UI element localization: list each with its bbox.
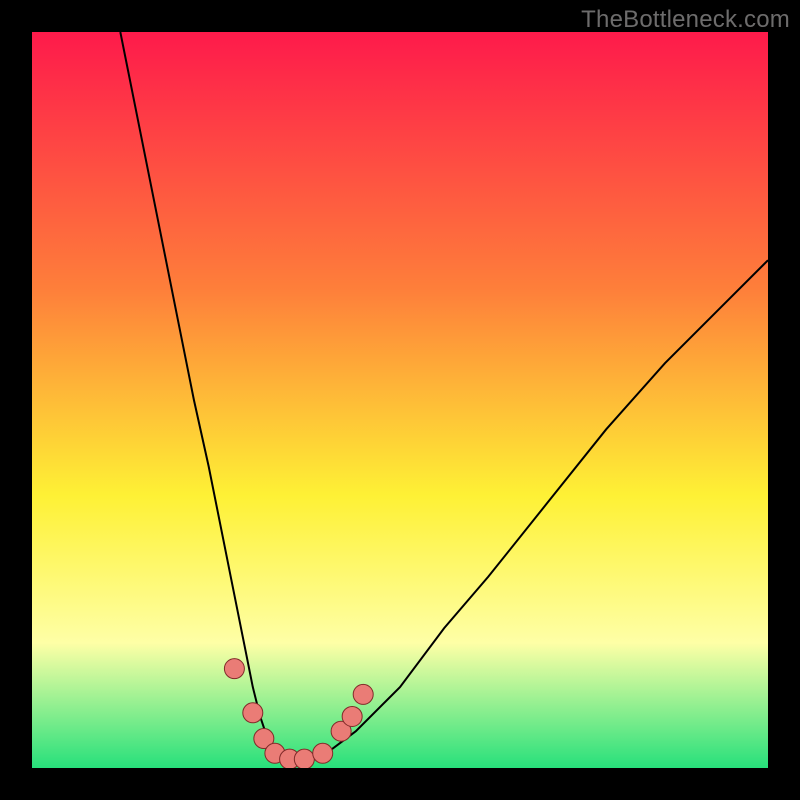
curve-marker [353,684,373,704]
curve-marker [224,659,244,679]
curve-marker [243,703,263,723]
curve-marker [342,706,362,726]
curve-marker [294,749,314,768]
chart-frame: { "watermark": "TheBottleneck.com", "col… [0,0,800,800]
bottleneck-chart [32,32,768,768]
curve-marker [313,743,333,763]
watermark: TheBottleneck.com [581,6,790,34]
